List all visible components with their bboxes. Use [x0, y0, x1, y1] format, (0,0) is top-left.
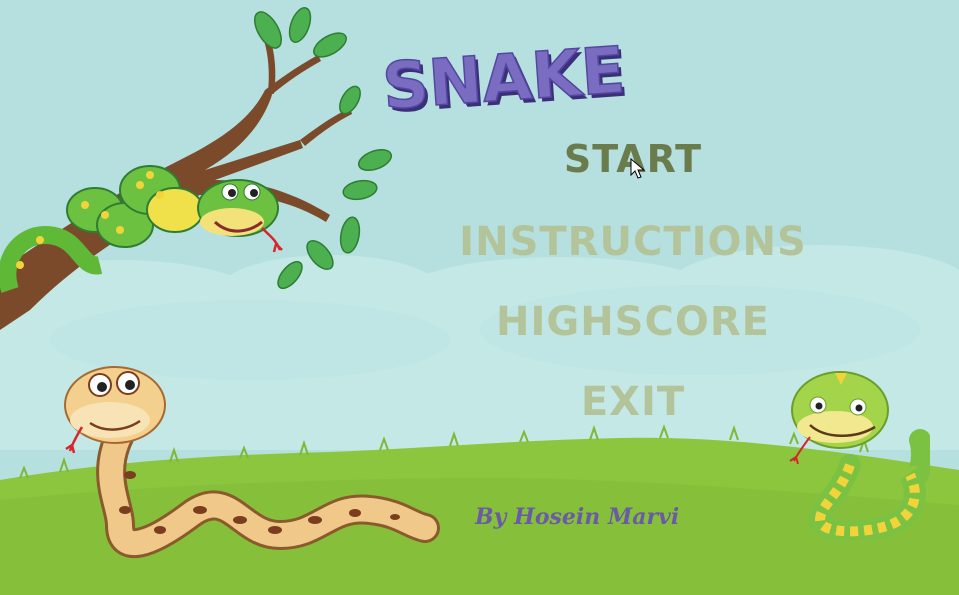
exit-menu-item[interactable]: EXIT — [581, 382, 685, 422]
main-menu-screen: SNAKE SNAKE START INSTRUCTIONS HIGHSCORE… — [0, 0, 959, 595]
author-credit: By Hosein Marvi — [475, 504, 680, 530]
highscore-menu-item[interactable]: HIGHSCORE — [496, 302, 770, 342]
instructions-menu-item[interactable]: INSTRUCTIONS — [459, 222, 807, 262]
green-yellow-snake-illustration — [789, 371, 930, 540]
cursor-arrow-icon — [630, 158, 646, 179]
snake-on-branch-illustration — [0, 7, 393, 330]
svg-text:SNAKE: SNAKE — [380, 34, 627, 122]
game-title: SNAKE SNAKE — [380, 33, 631, 122]
brown-snake-illustration — [64, 366, 440, 558]
